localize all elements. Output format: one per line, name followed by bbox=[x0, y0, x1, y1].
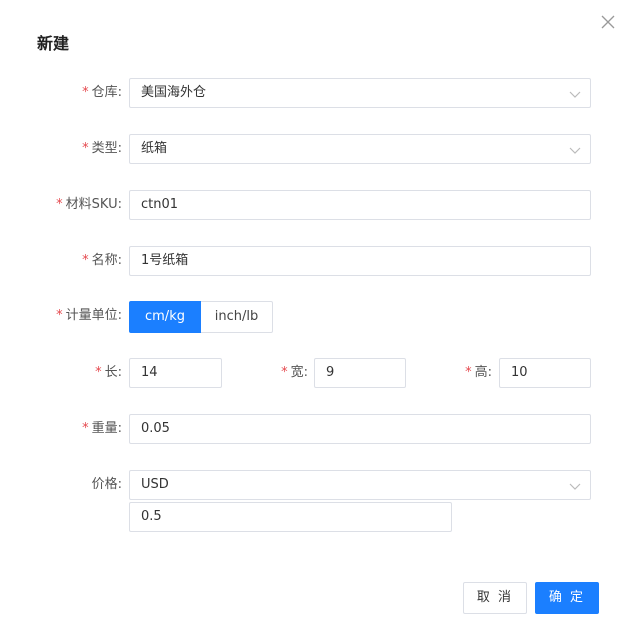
length-label: * 长: bbox=[95, 365, 122, 380]
chevron-down-icon bbox=[569, 91, 581, 98]
type-value: 纸箱 bbox=[141, 141, 168, 156]
currency-value: USD bbox=[141, 477, 169, 492]
warehouse-label: * 仓库: bbox=[82, 85, 122, 100]
height-input[interactable]: 10 bbox=[499, 358, 591, 388]
weight-label: * 重量: bbox=[82, 421, 122, 436]
close-icon[interactable] bbox=[600, 14, 620, 34]
type-select[interactable]: 纸箱 bbox=[129, 134, 591, 164]
required-mark: * bbox=[82, 253, 89, 268]
sku-value: ctn01 bbox=[141, 197, 179, 212]
price-input[interactable]: 0.5 bbox=[129, 502, 452, 532]
warehouse-value: 美国海外仓 bbox=[141, 85, 207, 100]
weight-input[interactable]: 0.05 bbox=[129, 414, 591, 444]
unit-option-cm-kg[interactable]: cm/kg bbox=[129, 301, 201, 333]
required-mark: * bbox=[56, 308, 63, 323]
dialog-title: 新建 bbox=[37, 34, 70, 53]
confirm-button[interactable]: 确 定 bbox=[535, 582, 599, 614]
required-mark: * bbox=[82, 141, 89, 156]
currency-select[interactable]: USD bbox=[129, 470, 591, 500]
width-input[interactable]: 9 bbox=[314, 358, 406, 388]
chevron-down-icon bbox=[569, 147, 581, 154]
name-input[interactable]: 1号纸箱 bbox=[129, 246, 591, 276]
height-label: * 高: bbox=[465, 365, 492, 380]
sku-input[interactable]: ctn01 bbox=[129, 190, 591, 220]
cancel-button[interactable]: 取 消 bbox=[463, 582, 527, 614]
width-label: * 宽: bbox=[281, 365, 308, 380]
required-mark: * bbox=[56, 197, 63, 212]
height-value: 10 bbox=[511, 365, 528, 380]
weight-value: 0.05 bbox=[141, 421, 170, 436]
name-label: * 名称: bbox=[82, 253, 122, 268]
price-value: 0.5 bbox=[141, 509, 162, 524]
chevron-down-icon bbox=[569, 483, 581, 490]
length-input[interactable]: 14 bbox=[129, 358, 222, 388]
unit-label: * 计量单位: bbox=[56, 308, 122, 323]
width-value: 9 bbox=[326, 365, 335, 380]
required-mark: * bbox=[465, 365, 472, 380]
price-label: 价格: bbox=[91, 477, 122, 492]
warehouse-select[interactable]: 美国海外仓 bbox=[129, 78, 591, 108]
required-mark: * bbox=[82, 421, 89, 436]
name-value: 1号纸箱 bbox=[141, 253, 189, 268]
required-mark: * bbox=[82, 85, 89, 100]
required-mark: * bbox=[95, 365, 102, 380]
unit-option-inch-lb[interactable]: inch/lb bbox=[201, 301, 273, 333]
sku-label: * 材料SKU: bbox=[56, 197, 122, 212]
type-label: * 类型: bbox=[82, 141, 122, 156]
length-value: 14 bbox=[141, 365, 158, 380]
required-mark: * bbox=[281, 365, 288, 380]
